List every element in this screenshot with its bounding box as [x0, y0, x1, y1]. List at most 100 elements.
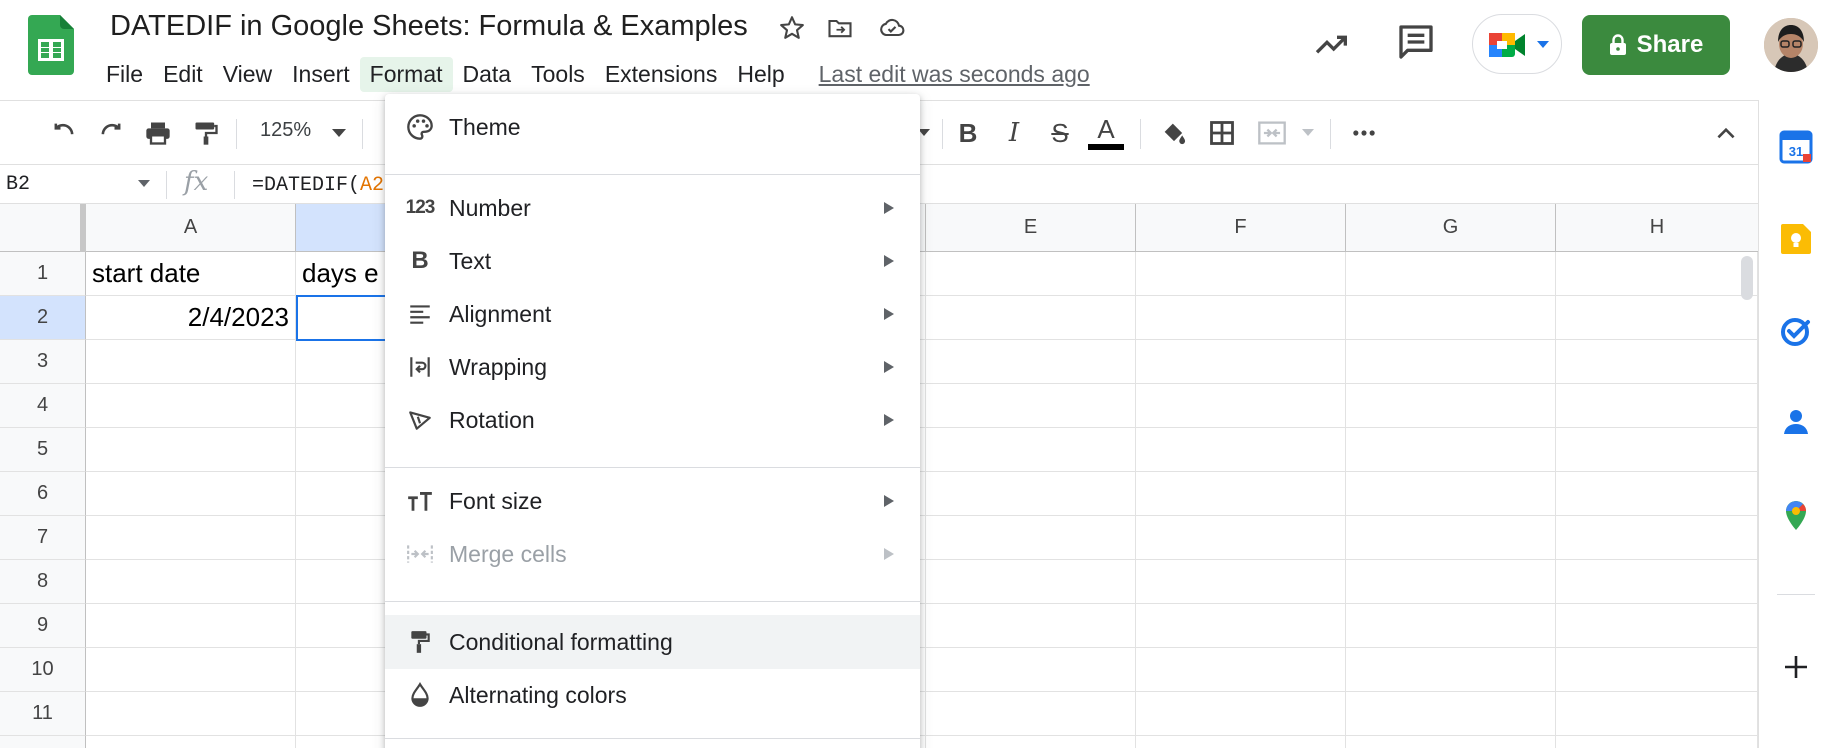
comments-icon[interactable]: [1396, 22, 1436, 62]
tasks-icon[interactable]: [1779, 314, 1813, 348]
empty-cell[interactable]: [1136, 560, 1346, 604]
row-header[interactable]: [0, 736, 86, 748]
share-button[interactable]: Share: [1582, 15, 1730, 75]
column-header-g[interactable]: G: [1346, 204, 1556, 252]
empty-cell[interactable]: [926, 340, 1136, 384]
name-box[interactable]: B2: [6, 173, 30, 196]
empty-cell[interactable]: [1556, 252, 1758, 296]
column-header-f[interactable]: F: [1136, 204, 1346, 252]
menu-item-conditional-formatting[interactable]: Conditional formatting: [385, 615, 920, 669]
empty-cell[interactable]: [926, 648, 1136, 692]
maps-icon[interactable]: [1779, 498, 1813, 532]
empty-cell[interactable]: [926, 384, 1136, 428]
star-icon[interactable]: [778, 14, 806, 42]
row-header[interactable]: 4: [0, 384, 86, 428]
empty-cell[interactable]: [1136, 692, 1346, 736]
strikethrough-icon[interactable]: S: [1044, 117, 1076, 149]
row-header[interactable]: 6: [0, 472, 86, 516]
empty-cell[interactable]: [1556, 296, 1758, 340]
cloud-saved-icon[interactable]: [878, 14, 906, 42]
empty-cell[interactable]: [1136, 736, 1346, 748]
empty-cell[interactable]: [926, 736, 1136, 748]
empty-cell[interactable]: [1136, 384, 1346, 428]
menu-tools[interactable]: Tools: [521, 57, 595, 92]
empty-cell[interactable]: [1346, 384, 1556, 428]
menu-item-text[interactable]: B Text: [385, 234, 920, 288]
empty-cell[interactable]: [86, 516, 296, 560]
row-header[interactable]: 11: [0, 692, 86, 736]
undo-icon[interactable]: [48, 117, 80, 149]
empty-cell[interactable]: [1136, 604, 1346, 648]
name-box-dropdown-icon[interactable]: [138, 180, 150, 187]
empty-cell[interactable]: [926, 296, 1136, 340]
empty-cell[interactable]: [86, 340, 296, 384]
merge-icon[interactable]: [1256, 117, 1288, 149]
bold-icon[interactable]: B: [952, 117, 984, 149]
contacts-icon[interactable]: [1779, 406, 1813, 440]
print-icon[interactable]: [142, 117, 174, 149]
menu-item-number[interactable]: 123 Number: [385, 181, 920, 235]
empty-cell[interactable]: [1556, 604, 1758, 648]
menu-item-alignment[interactable]: Alignment: [385, 287, 920, 341]
menu-insert[interactable]: Insert: [282, 57, 360, 92]
select-all-corner[interactable]: [0, 204, 86, 252]
empty-cell[interactable]: [926, 472, 1136, 516]
menu-item-alternating-colors[interactable]: Alternating colors: [385, 668, 920, 722]
empty-cell[interactable]: [1346, 516, 1556, 560]
calendar-icon[interactable]: 31: [1779, 130, 1813, 164]
merge-dropdown-icon[interactable]: [1302, 129, 1314, 136]
empty-cell[interactable]: [86, 692, 296, 736]
document-title[interactable]: DATEDIF in Google Sheets: Formula & Exam…: [110, 10, 748, 43]
empty-cell[interactable]: [1556, 384, 1758, 428]
avatar[interactable]: [1764, 18, 1818, 72]
empty-cell[interactable]: [1346, 692, 1556, 736]
empty-cell[interactable]: [86, 604, 296, 648]
empty-cell[interactable]: [1556, 516, 1758, 560]
row-header[interactable]: 2: [0, 296, 86, 340]
row-header[interactable]: 1: [0, 252, 86, 296]
empty-cell[interactable]: [1556, 648, 1758, 692]
row-header[interactable]: 8: [0, 560, 86, 604]
row-header[interactable]: 5: [0, 428, 86, 472]
empty-cell[interactable]: [86, 384, 296, 428]
menu-item-wrapping[interactable]: Wrapping: [385, 340, 920, 394]
empty-cell[interactable]: [1346, 604, 1556, 648]
menu-help[interactable]: Help: [727, 57, 794, 92]
empty-cell[interactable]: [1556, 340, 1758, 384]
redo-icon[interactable]: [95, 117, 127, 149]
paint-format-icon[interactable]: [190, 117, 222, 149]
empty-cell[interactable]: [926, 560, 1136, 604]
empty-cell[interactable]: [926, 252, 1136, 296]
more-options-icon[interactable]: [1348, 117, 1380, 149]
menu-item-font-size[interactable]: Font size: [385, 474, 920, 528]
cell-a2[interactable]: 2/4/2023: [86, 296, 296, 340]
empty-cell[interactable]: [1136, 296, 1346, 340]
formula-input[interactable]: =DATEDIF(A2: [252, 174, 384, 197]
empty-cell[interactable]: [1136, 340, 1346, 384]
empty-cell[interactable]: [1346, 252, 1556, 296]
empty-cell[interactable]: [1136, 252, 1346, 296]
menu-item-rotation[interactable]: Rotation: [385, 393, 920, 447]
menu-edit[interactable]: Edit: [153, 57, 213, 92]
empty-cell[interactable]: [1136, 516, 1346, 560]
empty-cell[interactable]: [1346, 648, 1556, 692]
empty-cell[interactable]: [926, 692, 1136, 736]
empty-cell[interactable]: [926, 604, 1136, 648]
column-header-e[interactable]: E: [926, 204, 1136, 252]
empty-cell[interactable]: [1346, 428, 1556, 472]
cell-a1[interactable]: start date: [86, 252, 296, 296]
column-header-a[interactable]: A: [86, 204, 296, 252]
meet-button[interactable]: [1472, 14, 1562, 74]
trending-icon[interactable]: [1312, 24, 1352, 64]
empty-cell[interactable]: [1136, 648, 1346, 692]
empty-cell[interactable]: [1136, 428, 1346, 472]
row-header[interactable]: 7: [0, 516, 86, 560]
menu-extensions[interactable]: Extensions: [595, 57, 728, 92]
empty-cell[interactable]: [86, 428, 296, 472]
menu-file[interactable]: File: [96, 57, 153, 92]
column-header-h[interactable]: H: [1556, 204, 1758, 252]
menu-view[interactable]: View: [213, 57, 282, 92]
zoom-select[interactable]: 125%: [260, 119, 311, 142]
add-icon[interactable]: [1779, 650, 1813, 684]
empty-cell[interactable]: [1346, 560, 1556, 604]
